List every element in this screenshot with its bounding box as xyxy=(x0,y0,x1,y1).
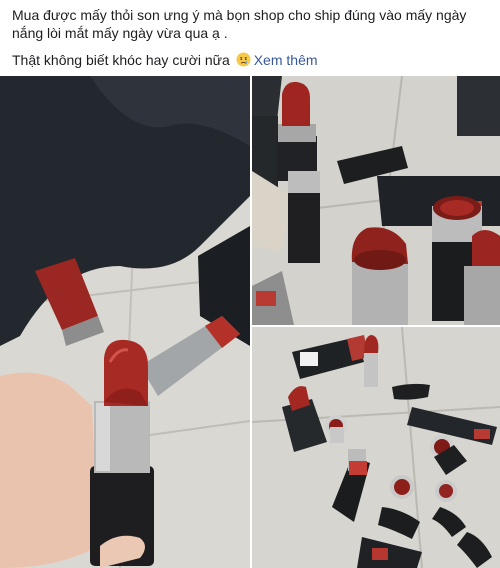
photo-hand-holding-lipstick[interactable] xyxy=(0,76,250,568)
post-text: Mua được mấy thỏi son ưng ý mà bọn shop … xyxy=(12,6,488,69)
post: Mua được mấy thỏi son ưng ý mà bọn shop … xyxy=(0,0,500,568)
post-caption-second-line: Thật không biết khóc hay cười nữa Xem th… xyxy=(12,51,488,69)
photo-lipsticks-on-floor[interactable] xyxy=(252,76,500,325)
photo-opened-lipsticks[interactable] xyxy=(252,327,500,568)
sad-tear-emoji-icon xyxy=(236,52,251,67)
post-caption: Mua được mấy thỏi son ưng ý mà bọn shop … xyxy=(12,7,467,41)
photo-gallery xyxy=(0,76,500,568)
see-more-link[interactable]: Xem thêm xyxy=(254,52,318,68)
caption-text: Thật không biết khóc hay cười nữa xyxy=(12,52,230,68)
